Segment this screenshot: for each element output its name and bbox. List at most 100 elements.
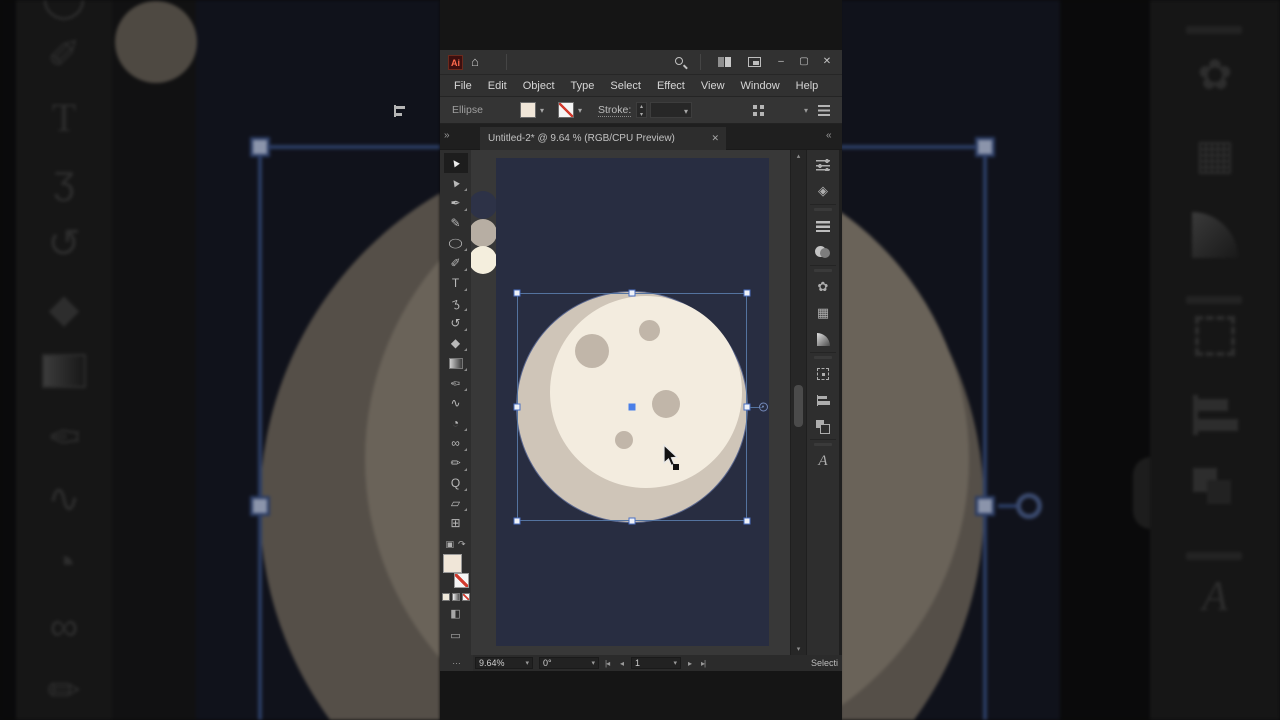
selection-handle-nw[interactable] bbox=[513, 289, 521, 297]
last-artboard-icon[interactable]: ▸| bbox=[701, 659, 706, 668]
tool-zoom-icon[interactable]: Q bbox=[444, 473, 468, 493]
stroke-weight-field[interactable]: ▾ bbox=[650, 102, 692, 118]
minimize-button[interactable]: – bbox=[772, 54, 790, 70]
tool-blend-icon[interactable]: ∞ bbox=[444, 433, 468, 453]
selection-handle-s[interactable] bbox=[628, 517, 636, 525]
menu-type[interactable]: Type bbox=[563, 80, 603, 92]
expand-panels-left-icon[interactable]: » bbox=[444, 130, 450, 141]
panel-color-icon[interactable]: ✿ bbox=[810, 274, 836, 300]
tool-knife-icon[interactable]: ✏ bbox=[444, 453, 468, 473]
tool-shaper-icon[interactable]: ◔ bbox=[444, 413, 468, 433]
menu-view[interactable]: View bbox=[693, 80, 733, 92]
tool-shape-builder-icon[interactable]: ▱ bbox=[444, 493, 468, 513]
tool-smooth-icon[interactable]: ∿ bbox=[444, 393, 468, 413]
selection-center-point[interactable] bbox=[628, 403, 636, 411]
previous-artboard-icon[interactable]: ◂ bbox=[620, 659, 624, 668]
fill-proxy-swatch[interactable] bbox=[442, 554, 462, 573]
selection-handle-sw[interactable] bbox=[513, 517, 521, 525]
transform-grid-icon[interactable] bbox=[753, 105, 764, 116]
chevron-down-icon[interactable]: ▾ bbox=[525, 659, 529, 667]
stroke-color-swatch[interactable] bbox=[558, 102, 574, 118]
palette-circle-navy[interactable] bbox=[471, 191, 497, 219]
tool-selection-icon[interactable]: ▲ bbox=[443, 153, 468, 173]
artboard[interactable] bbox=[496, 158, 769, 646]
tool-gradient-icon[interactable] bbox=[444, 353, 468, 373]
stroke-proxy-swatch[interactable] bbox=[453, 573, 469, 588]
scrollbar-thumb[interactable] bbox=[794, 385, 803, 427]
stroke-label[interactable]: Stroke: bbox=[598, 104, 632, 117]
chevron-down-icon[interactable]: ▾ bbox=[578, 106, 582, 115]
chevron-down-icon[interactable]: ▾ bbox=[684, 107, 688, 116]
edit-toolbar-button[interactable]: … bbox=[440, 655, 473, 671]
screen-mode-icon[interactable]: ▭ bbox=[450, 629, 460, 645]
selection-handle-ne[interactable] bbox=[743, 289, 751, 297]
default-swatches-icon[interactable]: ▣ bbox=[445, 539, 454, 550]
panel-properties-icon[interactable] bbox=[810, 152, 836, 178]
shape-widget-handle[interactable] bbox=[759, 402, 768, 412]
next-artboard-icon[interactable]: ▸ bbox=[688, 659, 692, 668]
panel-transparency-icon[interactable] bbox=[810, 239, 836, 265]
document-tab[interactable]: Untitled-2* @ 9.64 % (RGB/CPU Preview) ✕ bbox=[480, 127, 726, 150]
tool-direct-selection-icon[interactable]: ▲ bbox=[444, 173, 468, 193]
canvas[interactable] bbox=[471, 150, 790, 655]
workspace-switcher-icon[interactable] bbox=[718, 57, 731, 67]
options-menu-icon[interactable] bbox=[818, 105, 830, 116]
stroke-weight-stepper[interactable]: ▴ ▾ bbox=[636, 102, 647, 118]
tool-ellipse-icon[interactable]: ◯ bbox=[444, 233, 468, 253]
tool-rotate-icon[interactable]: ↺ bbox=[444, 313, 468, 333]
collapse-panels-right-icon[interactable]: « bbox=[826, 130, 832, 141]
menu-file[interactable]: File bbox=[446, 80, 480, 92]
palette-circle-cream[interactable] bbox=[471, 246, 497, 274]
chevron-down-icon[interactable]: ▾ bbox=[804, 106, 808, 115]
chevron-down-icon[interactable]: ▾ bbox=[673, 659, 677, 667]
tool-paintbrush-icon[interactable]: ✐ bbox=[444, 253, 468, 273]
align-icon[interactable] bbox=[394, 105, 405, 117]
draw-mode-icon[interactable]: ◧ bbox=[450, 607, 460, 623]
close-tab-icon[interactable]: ✕ bbox=[711, 127, 719, 150]
selection-handle-se[interactable] bbox=[743, 517, 751, 525]
tool-curvature-icon[interactable]: ✎ bbox=[444, 213, 468, 233]
tool-lasso-icon[interactable]: ʒ bbox=[444, 293, 468, 313]
close-button[interactable]: ✕ bbox=[818, 54, 836, 70]
zoom-level-field[interactable]: 9.64% ▾ bbox=[475, 657, 533, 669]
vertical-scrollbar[interactable]: ▴ ▾ bbox=[791, 150, 806, 655]
panel-transform-icon[interactable] bbox=[810, 361, 836, 387]
chevron-down-icon[interactable]: ▾ bbox=[540, 106, 544, 115]
chevron-down-icon[interactable]: ▾ bbox=[591, 659, 595, 667]
menu-window[interactable]: Window bbox=[733, 80, 788, 92]
panel-gradient-icon[interactable] bbox=[810, 326, 836, 352]
selection-handle-w[interactable] bbox=[513, 403, 521, 411]
tool-type-icon[interactable]: T bbox=[444, 273, 468, 293]
panel-swatches-icon[interactable]: ▦ bbox=[810, 300, 836, 326]
maximize-button[interactable]: ▢ bbox=[795, 54, 813, 70]
tool-pen-icon[interactable]: ✒ bbox=[444, 193, 468, 213]
scroll-up-icon[interactable]: ▴ bbox=[791, 152, 806, 160]
color-mode-icon[interactable] bbox=[441, 593, 450, 601]
fill-color-swatch[interactable] bbox=[520, 102, 536, 118]
swap-fill-stroke-icon[interactable]: ↷ bbox=[458, 539, 466, 550]
panel-align-icon[interactable] bbox=[810, 387, 836, 413]
panel-layers-icon[interactable]: ◈ bbox=[810, 178, 836, 204]
tool-artboard-icon[interactable]: ⊞ bbox=[444, 513, 468, 533]
panel-stroke-icon[interactable] bbox=[810, 213, 836, 239]
none-mode-icon[interactable] bbox=[461, 593, 470, 601]
scroll-down-icon[interactable]: ▾ bbox=[791, 645, 806, 653]
menu-help[interactable]: Help bbox=[788, 80, 827, 92]
tool-eraser-icon[interactable]: ◆ bbox=[444, 333, 468, 353]
tool-eyedropper-icon[interactable]: ✑ bbox=[444, 373, 468, 393]
menu-select[interactable]: Select bbox=[602, 80, 649, 92]
menu-object[interactable]: Object bbox=[515, 80, 563, 92]
search-icon[interactable] bbox=[675, 57, 683, 65]
panel-character-icon[interactable]: A bbox=[810, 448, 836, 474]
panel-pathfinder-icon[interactable] bbox=[810, 413, 836, 439]
gradient-mode-icon[interactable] bbox=[451, 593, 460, 601]
palette-circle-beige[interactable] bbox=[471, 219, 497, 247]
first-artboard-icon[interactable]: |◂ bbox=[605, 659, 610, 668]
illustrator-logo-icon[interactable]: Ai bbox=[448, 55, 463, 70]
home-icon[interactable]: ⌂ bbox=[471, 54, 479, 69]
rotation-field[interactable]: 0° ▾ bbox=[539, 657, 599, 669]
menu-edit[interactable]: Edit bbox=[480, 80, 515, 92]
artboard-number-field[interactable]: 1 ▾ bbox=[631, 657, 681, 669]
selection-handle-n[interactable] bbox=[628, 289, 636, 297]
menu-effect[interactable]: Effect bbox=[649, 80, 693, 92]
